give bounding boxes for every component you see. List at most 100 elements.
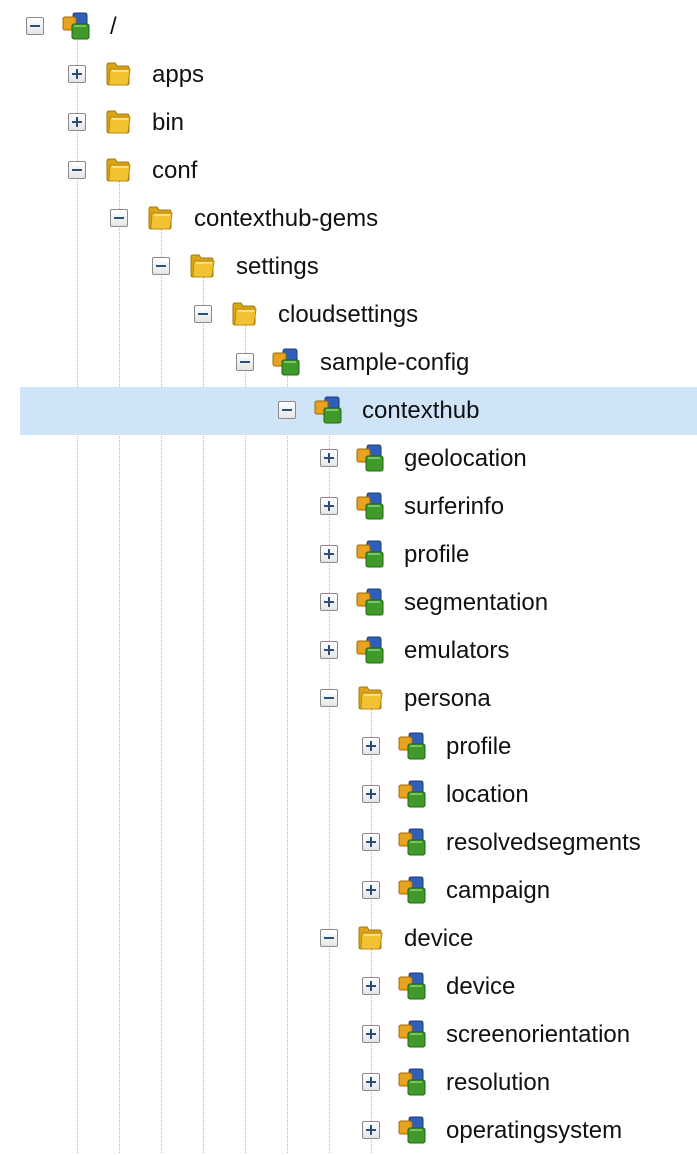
tree-node-label[interactable]: profile xyxy=(404,540,469,570)
collapse-toggle-icon[interactable] xyxy=(278,401,296,419)
expand-toggle-icon[interactable] xyxy=(68,113,86,131)
tree-node-selected[interactable]: contexthub xyxy=(20,387,697,435)
tree-node-label[interactable]: geolocation xyxy=(404,444,527,474)
tree-node-content: screenorientation xyxy=(0,1011,697,1059)
collapse-toggle-icon[interactable] xyxy=(320,689,338,707)
tree-node-label[interactable]: resolvedsegments xyxy=(446,828,641,858)
expand-toggle-icon[interactable] xyxy=(320,545,338,563)
folder-icon xyxy=(187,251,217,281)
tree-node[interactable]: emulators xyxy=(0,627,697,675)
folder-icon xyxy=(103,107,133,137)
expand-toggle-icon[interactable] xyxy=(362,1025,380,1043)
expand-toggle-icon[interactable] xyxy=(362,977,380,995)
expand-toggle-icon[interactable] xyxy=(362,881,380,899)
tree-node[interactable]: segmentation xyxy=(0,579,697,627)
tree-node[interactable]: persona xyxy=(0,675,697,723)
tree-node-label[interactable]: settings xyxy=(236,252,319,282)
tree-node[interactable]: bin xyxy=(0,99,697,147)
tree-node-label[interactable]: resolution xyxy=(446,1068,550,1098)
expand-toggle-icon[interactable] xyxy=(68,65,86,83)
expand-toggle-icon[interactable] xyxy=(362,785,380,803)
tree-node-label[interactable]: contexthub xyxy=(362,396,479,426)
tree-node-label[interactable]: persona xyxy=(404,684,491,714)
tree-node-label[interactable]: device xyxy=(404,924,473,954)
tree-node[interactable]: settings xyxy=(0,243,697,291)
tree-node-content: cloudsettings xyxy=(0,291,697,339)
tree-node-label[interactable]: operatingsystem xyxy=(446,1116,622,1146)
expand-toggle-icon[interactable] xyxy=(362,1073,380,1091)
tree-node-label[interactable]: location xyxy=(446,780,529,810)
collapse-toggle-icon[interactable] xyxy=(320,929,338,947)
expand-toggle-icon[interactable] xyxy=(320,497,338,515)
tree-node[interactable]: sample-config xyxy=(0,339,697,387)
tree-node[interactable]: cloudsettings xyxy=(0,291,697,339)
tree-node-content: settings xyxy=(0,243,697,291)
tree-node-label[interactable]: apps xyxy=(152,60,204,90)
tree-node-label[interactable]: emulators xyxy=(404,636,509,666)
tree-node-label[interactable]: surferinfo xyxy=(404,492,504,522)
tree-node[interactable]: campaign xyxy=(0,867,697,915)
tree-node-content: resolvedsegments xyxy=(0,819,697,867)
expand-toggle-icon[interactable] xyxy=(362,737,380,755)
node-icon xyxy=(61,11,91,41)
tree-node-content: device xyxy=(0,915,697,963)
node-icon xyxy=(271,347,301,377)
tree-node-label[interactable]: profile xyxy=(446,732,511,762)
tree-node-label[interactable]: device xyxy=(446,972,515,1002)
tree-node-label[interactable]: screenorientation xyxy=(446,1020,630,1050)
tree-node[interactable]: profile xyxy=(0,531,697,579)
tree-node-content: emulators xyxy=(0,627,697,675)
node-icon xyxy=(397,731,427,761)
tree-node-label[interactable]: segmentation xyxy=(404,588,548,618)
node-icon xyxy=(397,971,427,1001)
tree-node-content: segmentation xyxy=(0,579,697,627)
collapse-toggle-icon[interactable] xyxy=(26,17,44,35)
tree-node-label[interactable]: conf xyxy=(152,156,197,186)
tree-node-label[interactable]: cloudsettings xyxy=(278,300,418,330)
collapse-toggle-icon[interactable] xyxy=(194,305,212,323)
folder-icon xyxy=(103,59,133,89)
tree-node[interactable]: geolocation xyxy=(0,435,697,483)
node-icon xyxy=(397,1019,427,1049)
tree-node[interactable]: apps xyxy=(0,51,697,99)
tree-node-label[interactable]: bin xyxy=(152,108,184,138)
node-icon xyxy=(355,635,385,665)
tree-node[interactable]: contexthub-gems xyxy=(0,195,697,243)
tree-node[interactable]: / xyxy=(0,3,697,51)
tree-node-label[interactable]: / xyxy=(110,12,117,42)
folder-icon xyxy=(103,155,133,185)
tree-node[interactable]: operatingsystem xyxy=(0,1107,697,1155)
expand-toggle-icon[interactable] xyxy=(320,449,338,467)
tree-node[interactable]: device xyxy=(0,915,697,963)
node-icon xyxy=(355,443,385,473)
tree-node[interactable]: device xyxy=(0,963,697,1011)
tree-node[interactable]: surferinfo xyxy=(0,483,697,531)
tree-node-label[interactable]: campaign xyxy=(446,876,550,906)
folder-icon xyxy=(145,203,175,233)
tree-node-content: operatingsystem xyxy=(0,1107,697,1155)
expand-toggle-icon[interactable] xyxy=(362,833,380,851)
tree-node-content: apps xyxy=(0,51,697,99)
collapse-toggle-icon[interactable] xyxy=(68,161,86,179)
collapse-toggle-icon[interactable] xyxy=(152,257,170,275)
repository-tree: / apps bin conf contexthub-gems settings cloud… xyxy=(0,0,697,1153)
collapse-toggle-icon[interactable] xyxy=(110,209,128,227)
tree-node[interactable]: profile xyxy=(0,723,697,771)
tree-node[interactable]: conf xyxy=(0,147,697,195)
folder-icon xyxy=(355,923,385,953)
expand-toggle-icon[interactable] xyxy=(320,641,338,659)
expand-toggle-icon[interactable] xyxy=(362,1121,380,1139)
tree-node[interactable]: location xyxy=(0,771,697,819)
tree-node[interactable]: screenorientation xyxy=(0,1011,697,1059)
tree-node-content: contexthub xyxy=(0,387,697,435)
expand-toggle-icon[interactable] xyxy=(320,593,338,611)
tree-node[interactable]: resolution xyxy=(0,1059,697,1107)
tree-node-content: location xyxy=(0,771,697,819)
node-icon xyxy=(397,779,427,809)
collapse-toggle-icon[interactable] xyxy=(236,353,254,371)
tree-node-content: persona xyxy=(0,675,697,723)
node-icon xyxy=(355,587,385,617)
tree-node[interactable]: resolvedsegments xyxy=(0,819,697,867)
tree-node-label[interactable]: sample-config xyxy=(320,348,469,378)
tree-node-label[interactable]: contexthub-gems xyxy=(194,204,378,234)
